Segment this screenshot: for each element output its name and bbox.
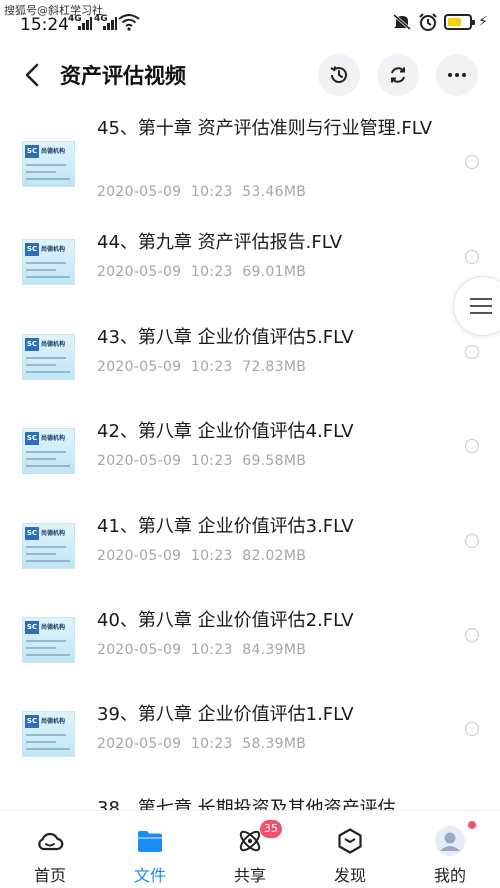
video-thumbnail: SC 尚德机构 — [22, 711, 75, 757]
sync-button[interactable] — [377, 54, 419, 96]
tab-label: 我的 — [433, 866, 466, 885]
status-bar: 搜狐号@斜杠学习社 15:24 4G 4G ⚡ — [0, 0, 500, 40]
charging-icon: ⚡ — [478, 14, 488, 30]
select-radio[interactable] — [465, 628, 479, 642]
tab-discover[interactable]: 发现 — [300, 811, 400, 888]
file-name: 39、第八章 企业价值评估1.FLV — [97, 704, 354, 725]
tab-mine[interactable]: 我的 — [400, 811, 500, 888]
select-radio[interactable] — [465, 439, 479, 453]
file-name: 40、第八章 企业价值评估2.FLV — [97, 610, 354, 631]
more-options-button[interactable] — [436, 54, 478, 96]
file-row[interactable]: SC 尚德机构 43、第八章 企业价值评估5.FLV 2020-05-09 10:… — [0, 325, 500, 419]
history-button[interactable] — [318, 54, 360, 96]
select-radio[interactable] — [465, 722, 479, 736]
avatar-icon — [435, 826, 465, 856]
cube-icon — [338, 828, 362, 854]
status-right-group: ⚡ — [392, 12, 488, 32]
file-name: 44、第九章 资产评估报告.FLV — [97, 232, 343, 253]
file-row[interactable]: SC 尚德机构 40、第八章 企业价值评估2.FLV 2020-05-09 10:… — [0, 608, 500, 702]
tab-label: 首页 — [33, 866, 66, 885]
signal-icon — [103, 16, 117, 30]
bottom-tab-bar: 首页 文件 35 共享 发现 我的 — [0, 810, 500, 888]
file-name: 42、第八章 企业价值评估4.FLV — [97, 421, 354, 442]
select-radio[interactable] — [465, 345, 479, 359]
signal-icon — [78, 16, 92, 30]
select-radio[interactable] — [465, 155, 479, 169]
alarm-icon — [419, 13, 437, 31]
file-name: 43、第八章 企业价值评估5.FLV — [97, 327, 354, 348]
video-thumbnail: SC 尚德机构 — [22, 334, 75, 380]
sync-icon — [391, 67, 405, 83]
file-meta: 2020-05-09 10:23 58.39MB — [97, 736, 307, 752]
battery-icon — [444, 14, 476, 30]
mute-icon — [393, 13, 412, 31]
file-row[interactable]: 38、第七章 长期投资及其他资产评估 — [0, 794, 500, 810]
select-radio[interactable] — [465, 534, 479, 548]
back-arrow-icon[interactable] — [18, 60, 48, 90]
share-count-badge: 35 — [260, 820, 282, 838]
file-row[interactable]: SC 尚德机构 41、第八章 企业价值评估3.FLV 2020-05-09 10:… — [0, 514, 500, 608]
video-thumbnail: SC 尚德机构 — [22, 239, 75, 285]
file-row[interactable]: SC 尚德机构 39、第八章 企业价值评估1.FLV 2020-05-09 10:… — [0, 702, 500, 796]
file-row[interactable]: SC 尚德机构 45、第十章 资产评估准则与行业管理.FLV 2020-05-09… — [0, 114, 500, 208]
tab-share[interactable]: 35 共享 — [200, 811, 300, 888]
file-meta: 2020-05-09 10:23 69.01MB — [97, 264, 307, 280]
video-thumbnail: SC 尚德机构 — [22, 428, 75, 474]
status-time: 15:24 — [20, 15, 69, 35]
history-icon — [330, 66, 347, 83]
file-list: SC 尚德机构 45、第十章 资产评估准则与行业管理.FLV 2020-05-09… — [0, 108, 500, 810]
file-meta: 2020-05-09 10:23 72.83MB — [97, 359, 307, 375]
cloud-icon — [38, 832, 64, 851]
tab-label: 发现 — [333, 866, 366, 885]
video-thumbnail: SC 尚德机构 — [22, 523, 75, 569]
select-radio[interactable] — [465, 250, 479, 264]
file-meta: 2020-05-09 10:23 82.02MB — [97, 548, 307, 564]
file-name: 41、第八章 企业价值评估3.FLV — [97, 516, 354, 537]
file-meta: 2020-05-09 10:23 84.39MB — [97, 642, 307, 658]
file-name: 45、第十章 资产评估准则与行业管理.FLV — [97, 118, 433, 139]
video-thumbnail: SC 尚德机构 — [22, 141, 75, 187]
tab-home[interactable]: 首页 — [0, 811, 100, 888]
file-row[interactable]: SC 尚德机构 44、第九章 资产评估报告.FLV 2020-05-09 10:2… — [0, 230, 500, 324]
folder-icon — [138, 831, 162, 852]
file-meta: 2020-05-09 10:23 53.46MB — [97, 184, 307, 200]
file-meta: 2020-05-09 10:23 69.58MB — [97, 453, 307, 469]
tab-files[interactable]: 文件 — [100, 811, 200, 888]
page-title: 资产评估视频 — [60, 64, 186, 88]
tab-label: 文件 — [133, 866, 166, 885]
file-name: 38、第七章 长期投资及其他资产评估 — [97, 798, 396, 810]
wifi-icon — [118, 14, 140, 31]
tab-label: 共享 — [233, 866, 266, 885]
file-row[interactable]: SC 尚德机构 42、第八章 企业价值评估4.FLV 2020-05-09 10:… — [0, 419, 500, 513]
app-header: 资产评估视频 — [0, 48, 500, 104]
video-thumbnail: SC 尚德机构 — [22, 617, 75, 663]
notification-dot — [468, 821, 476, 829]
more-dots-icon — [448, 73, 466, 77]
